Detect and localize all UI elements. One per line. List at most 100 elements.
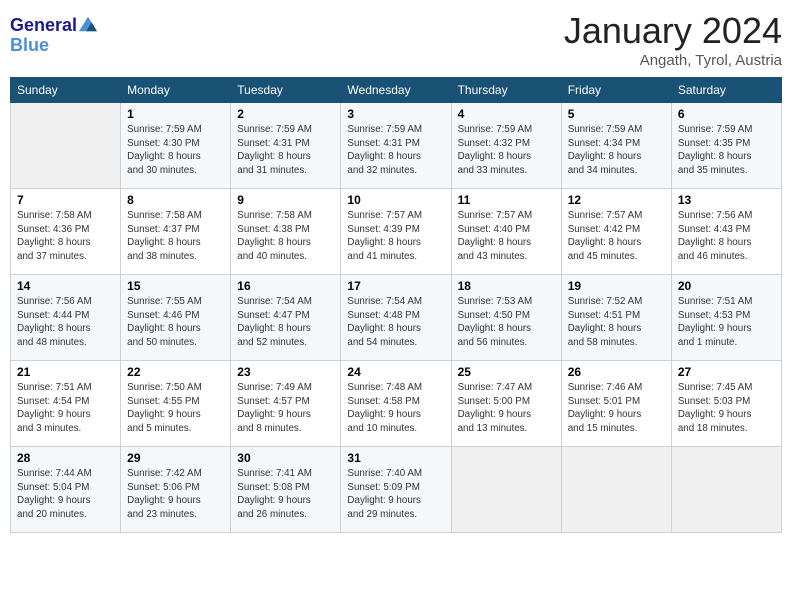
day-number: 7 xyxy=(17,193,114,207)
day-info: Sunrise: 7:41 AMSunset: 5:08 PMDaylight:… xyxy=(237,467,334,522)
calendar-cell: 20 Sunrise: 7:51 AMSunset: 4:53 PMDayligh… xyxy=(671,275,781,361)
calendar-cell: 6 Sunrise: 7:59 AMSunset: 4:35 PMDaylight… xyxy=(671,103,781,189)
day-number: 28 xyxy=(17,451,114,465)
day-info: Sunrise: 7:59 AMSunset: 4:35 PMDaylight:… xyxy=(678,123,775,178)
day-number: 15 xyxy=(127,279,224,293)
day-info: Sunrise: 7:48 AMSunset: 4:58 PMDaylight:… xyxy=(347,381,444,436)
calendar-cell: 12Sunrise: 7:57 AMSunset: 4:42 PMDayligh… xyxy=(561,189,671,275)
calendar-cell: 14 Sunrise: 7:56 AMSunset: 4:44 PMDayligh… xyxy=(11,275,121,361)
calendar-cell: 24 Sunrise: 7:48 AMSunset: 4:58 PMDayligh… xyxy=(341,361,451,447)
day-number: 29 xyxy=(127,451,224,465)
calendar-cell: 25 Sunrise: 7:47 AMSunset: 5:00 PMDayligh… xyxy=(451,361,561,447)
day-number: 6 xyxy=(678,107,775,121)
month-year-title: January 2024 xyxy=(564,10,782,52)
day-number: 14 xyxy=(17,279,114,293)
calendar-cell: 23 Sunrise: 7:49 AMSunset: 4:57 PMDayligh… xyxy=(231,361,341,447)
calendar-cell: 26 Sunrise: 7:46 AMSunset: 5:01 PMDayligh… xyxy=(561,361,671,447)
calendar-week-row: 28 Sunrise: 7:44 AMSunset: 5:04 PMDayligh… xyxy=(11,447,782,533)
calendar-cell: 8Sunrise: 7:58 AMSunset: 4:37 PMDaylight… xyxy=(121,189,231,275)
day-info: Sunrise: 7:46 AMSunset: 5:01 PMDaylight:… xyxy=(568,381,665,436)
weekday-header: Monday xyxy=(121,78,231,103)
day-info: Sunrise: 7:52 AMSunset: 4:51 PMDaylight:… xyxy=(568,295,665,350)
calendar-cell: 7 Sunrise: 7:58 AMSunset: 4:36 PMDaylight… xyxy=(11,189,121,275)
calendar-cell: 18 Sunrise: 7:53 AMSunset: 4:50 PMDayligh… xyxy=(451,275,561,361)
weekday-header: Thursday xyxy=(451,78,561,103)
calendar-cell: 17Sunrise: 7:54 AMSunset: 4:48 PMDayligh… xyxy=(341,275,451,361)
logo-text-line2: Blue xyxy=(10,36,97,56)
calendar-cell: 9 Sunrise: 7:58 AMSunset: 4:38 PMDaylight… xyxy=(231,189,341,275)
calendar-cell: 2Sunrise: 7:59 AMSunset: 4:31 PMDaylight… xyxy=(231,103,341,189)
calendar-cell xyxy=(451,447,561,533)
day-number: 22 xyxy=(127,365,224,379)
calendar-cell: 5Sunrise: 7:59 AMSunset: 4:34 PMDaylight… xyxy=(561,103,671,189)
day-info: Sunrise: 7:58 AMSunset: 4:37 PMDaylight:… xyxy=(127,209,224,264)
calendar-cell: 10 Sunrise: 7:57 AMSunset: 4:39 PMDayligh… xyxy=(341,189,451,275)
logo: General Blue xyxy=(10,16,97,56)
calendar-week-row: 21 Sunrise: 7:51 AMSunset: 4:54 PMDayligh… xyxy=(11,361,782,447)
calendar-cell: 21 Sunrise: 7:51 AMSunset: 4:54 PMDayligh… xyxy=(11,361,121,447)
calendar-cell: 16 Sunrise: 7:54 AMSunset: 4:47 PMDayligh… xyxy=(231,275,341,361)
day-info: Sunrise: 7:45 AMSunset: 5:03 PMDaylight:… xyxy=(678,381,775,436)
day-info: Sunrise: 7:40 AMSunset: 5:09 PMDaylight:… xyxy=(347,467,444,522)
day-info: Sunrise: 7:49 AMSunset: 4:57 PMDaylight:… xyxy=(237,381,334,436)
day-number: 23 xyxy=(237,365,334,379)
day-info: Sunrise: 7:57 AMSunset: 4:40 PMDaylight:… xyxy=(458,209,555,264)
day-number: 30 xyxy=(237,451,334,465)
day-number: 26 xyxy=(568,365,665,379)
day-info: Sunrise: 7:56 AMSunset: 4:44 PMDaylight:… xyxy=(17,295,114,350)
weekday-header: Saturday xyxy=(671,78,781,103)
day-info: Sunrise: 7:59 AMSunset: 4:32 PMDaylight:… xyxy=(458,123,555,178)
calendar-cell: 1 Sunrise: 7:59 AMSunset: 4:30 PMDaylight… xyxy=(121,103,231,189)
day-number: 25 xyxy=(458,365,555,379)
day-info: Sunrise: 7:53 AMSunset: 4:50 PMDaylight:… xyxy=(458,295,555,350)
day-number: 10 xyxy=(347,193,444,207)
calendar-cell xyxy=(11,103,121,189)
day-info: Sunrise: 7:59 AMSunset: 4:30 PMDaylight:… xyxy=(127,123,224,178)
day-number: 1 xyxy=(127,107,224,121)
day-number: 4 xyxy=(458,107,555,121)
day-info: Sunrise: 7:47 AMSunset: 5:00 PMDaylight:… xyxy=(458,381,555,436)
day-info: Sunrise: 7:54 AMSunset: 4:47 PMDaylight:… xyxy=(237,295,334,350)
day-number: 19 xyxy=(568,279,665,293)
calendar-cell: 19 Sunrise: 7:52 AMSunset: 4:51 PMDayligh… xyxy=(561,275,671,361)
day-number: 3 xyxy=(347,107,444,121)
logo-text-line1: General xyxy=(10,16,77,36)
day-info: Sunrise: 7:54 AMSunset: 4:48 PMDaylight:… xyxy=(347,295,444,350)
day-info: Sunrise: 7:50 AMSunset: 4:55 PMDaylight:… xyxy=(127,381,224,436)
day-info: Sunrise: 7:51 AMSunset: 4:53 PMDaylight:… xyxy=(678,295,775,350)
day-number: 21 xyxy=(17,365,114,379)
calendar-cell: 3 Sunrise: 7:59 AMSunset: 4:31 PMDaylight… xyxy=(341,103,451,189)
calendar-cell: 28 Sunrise: 7:44 AMSunset: 5:04 PMDayligh… xyxy=(11,447,121,533)
weekday-header: Tuesday xyxy=(231,78,341,103)
location-subtitle: Angath, Tyrol, Austria xyxy=(564,52,782,69)
day-number: 18 xyxy=(458,279,555,293)
page-header: General Blue January 2024 Angath, Tyrol,… xyxy=(10,10,782,69)
day-info: Sunrise: 7:59 AMSunset: 4:31 PMDaylight:… xyxy=(347,123,444,178)
day-number: 16 xyxy=(237,279,334,293)
calendar-cell xyxy=(561,447,671,533)
day-info: Sunrise: 7:55 AMSunset: 4:46 PMDaylight:… xyxy=(127,295,224,350)
weekday-header: Sunday xyxy=(11,78,121,103)
weekday-header: Wednesday xyxy=(341,78,451,103)
day-number: 20 xyxy=(678,279,775,293)
day-number: 31 xyxy=(347,451,444,465)
day-number: 9 xyxy=(237,193,334,207)
calendar-cell: 27 Sunrise: 7:45 AMSunset: 5:03 PMDayligh… xyxy=(671,361,781,447)
day-info: Sunrise: 7:57 AMSunset: 4:42 PMDaylight:… xyxy=(568,209,665,264)
day-info: Sunrise: 7:58 AMSunset: 4:38 PMDaylight:… xyxy=(237,209,334,264)
title-block: January 2024 Angath, Tyrol, Austria xyxy=(564,10,782,69)
calendar-cell: 30 Sunrise: 7:41 AMSunset: 5:08 PMDayligh… xyxy=(231,447,341,533)
day-number: 24 xyxy=(347,365,444,379)
day-info: Sunrise: 7:57 AMSunset: 4:39 PMDaylight:… xyxy=(347,209,444,264)
day-info: Sunrise: 7:42 AMSunset: 5:06 PMDaylight:… xyxy=(127,467,224,522)
day-number: 11 xyxy=(458,193,555,207)
day-info: Sunrise: 7:58 AMSunset: 4:36 PMDaylight:… xyxy=(17,209,114,264)
day-number: 5 xyxy=(568,107,665,121)
day-number: 27 xyxy=(678,365,775,379)
calendar-cell: 22 Sunrise: 7:50 AMSunset: 4:55 PMDayligh… xyxy=(121,361,231,447)
calendar-cell: 13Sunrise: 7:56 AMSunset: 4:43 PMDayligh… xyxy=(671,189,781,275)
day-info: Sunrise: 7:51 AMSunset: 4:54 PMDaylight:… xyxy=(17,381,114,436)
day-info: Sunrise: 7:44 AMSunset: 5:04 PMDaylight:… xyxy=(17,467,114,522)
calendar-cell: 29 Sunrise: 7:42 AMSunset: 5:06 PMDayligh… xyxy=(121,447,231,533)
calendar-week-row: 14 Sunrise: 7:56 AMSunset: 4:44 PMDayligh… xyxy=(11,275,782,361)
